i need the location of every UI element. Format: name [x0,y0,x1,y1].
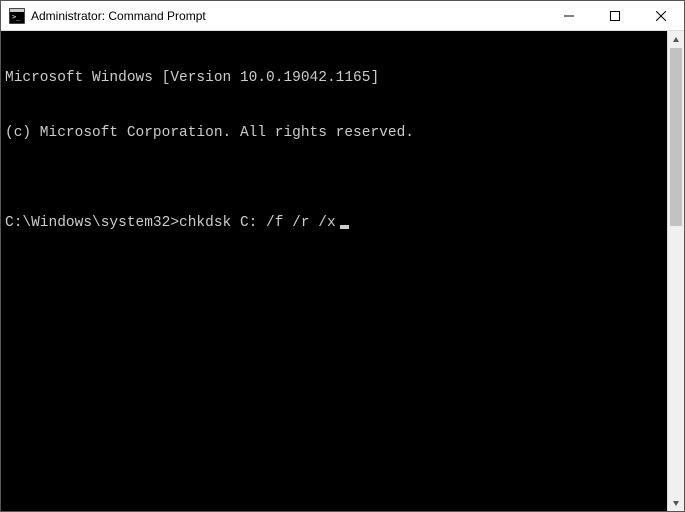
svg-text:>_: >_ [12,13,21,21]
cmd-icon: >_ [9,8,25,24]
version-line: Microsoft Windows [Version 10.0.19042.11… [5,69,663,87]
minimize-button[interactable] [546,1,592,30]
command-prompt-window: >_ Administrator: Command Prompt Microso… [0,0,685,512]
maximize-button[interactable] [592,1,638,30]
prompt-line: C:\Windows\system32>chkdsk C: /f /r /x [5,214,663,232]
window-controls [546,1,684,30]
prompt-text: C:\Windows\system32> [5,214,179,232]
vertical-scrollbar[interactable] [667,31,684,511]
window-title: Administrator: Command Prompt [31,9,546,23]
text-cursor [340,225,349,229]
terminal-output[interactable]: Microsoft Windows [Version 10.0.19042.11… [1,31,667,511]
copyright-line: (c) Microsoft Corporation. All rights re… [5,124,663,142]
command-text: chkdsk C: /f /r /x [179,214,336,232]
scroll-up-arrow-icon[interactable] [668,31,684,48]
scroll-thumb[interactable] [670,48,682,226]
scroll-down-arrow-icon[interactable] [668,494,684,511]
client-area: Microsoft Windows [Version 10.0.19042.11… [1,31,684,511]
scroll-track[interactable] [668,48,684,494]
close-button[interactable] [638,1,684,30]
titlebar[interactable]: >_ Administrator: Command Prompt [1,1,684,31]
